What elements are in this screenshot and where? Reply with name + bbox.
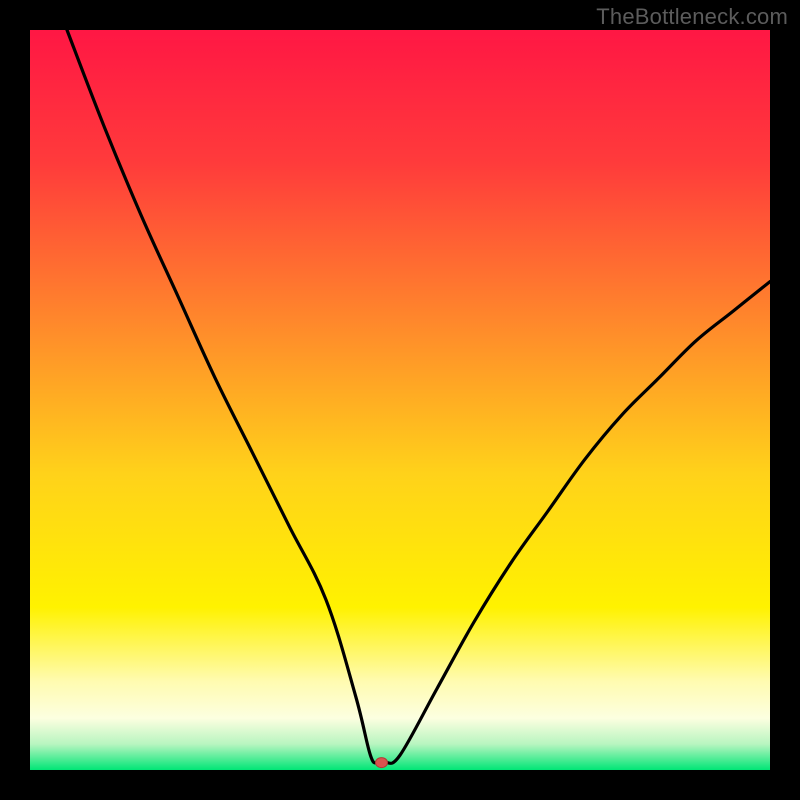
bottleneck-chart bbox=[0, 0, 800, 800]
chart-frame: TheBottleneck.com bbox=[0, 0, 800, 800]
optimal-point-marker bbox=[376, 758, 388, 768]
plot-background bbox=[30, 30, 770, 770]
watermark-text: TheBottleneck.com bbox=[596, 4, 788, 30]
